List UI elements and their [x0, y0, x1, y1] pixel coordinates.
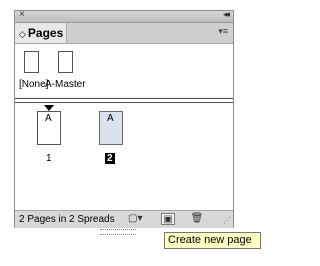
resize-grip-icon[interactable]: ⋰: [223, 216, 231, 225]
page-2-master-prefix: A: [107, 113, 114, 124]
panel-menu-icon[interactable]: ▾≡: [218, 26, 228, 37]
tooltip: Create new page: [164, 232, 261, 249]
page-thumb-2[interactable]: A: [99, 111, 123, 145]
tab-pages-label: Pages: [27, 26, 64, 40]
panel-resize-handle[interactable]: [100, 229, 136, 235]
tab-row: ◇ Pages ▾≡: [15, 23, 233, 44]
edit-page-size-icon[interactable]: ▢▾: [128, 213, 142, 225]
create-new-page-icon[interactable]: ▣: [161, 213, 175, 225]
page-thumb-1[interactable]: A: [37, 111, 61, 145]
page-1-master-prefix: A: [45, 113, 52, 124]
masters-section: [None] A-Master: [15, 44, 233, 97]
pages-panel: × ◂◂ ◇ Pages ▾≡ [None] A-Master A 1 A 2 2…: [14, 9, 234, 228]
master-none-thumb[interactable]: [24, 51, 39, 73]
status-bar: 2 Pages in 2 Spreads ▢▾ ▣ 🗑 ⋰: [15, 210, 233, 228]
document-pages-section: A 1 A 2: [15, 103, 233, 210]
tab-pages[interactable]: ◇ Pages: [15, 23, 67, 43]
close-icon[interactable]: ×: [19, 9, 25, 20]
master-a-thumb[interactable]: [58, 51, 73, 73]
trash-icon[interactable]: 🗑: [190, 213, 204, 225]
page-1-number: 1: [46, 153, 52, 164]
page-2-number: 2: [105, 153, 115, 164]
panel-titlebar[interactable]: × ◂◂: [15, 9, 233, 23]
status-text: 2 Pages in 2 Spreads: [19, 214, 115, 225]
collapse-icon[interactable]: ◂◂: [223, 9, 230, 20]
tab-arrows-icon: ◇: [19, 29, 26, 39]
master-a-label: A-Master: [45, 79, 86, 90]
